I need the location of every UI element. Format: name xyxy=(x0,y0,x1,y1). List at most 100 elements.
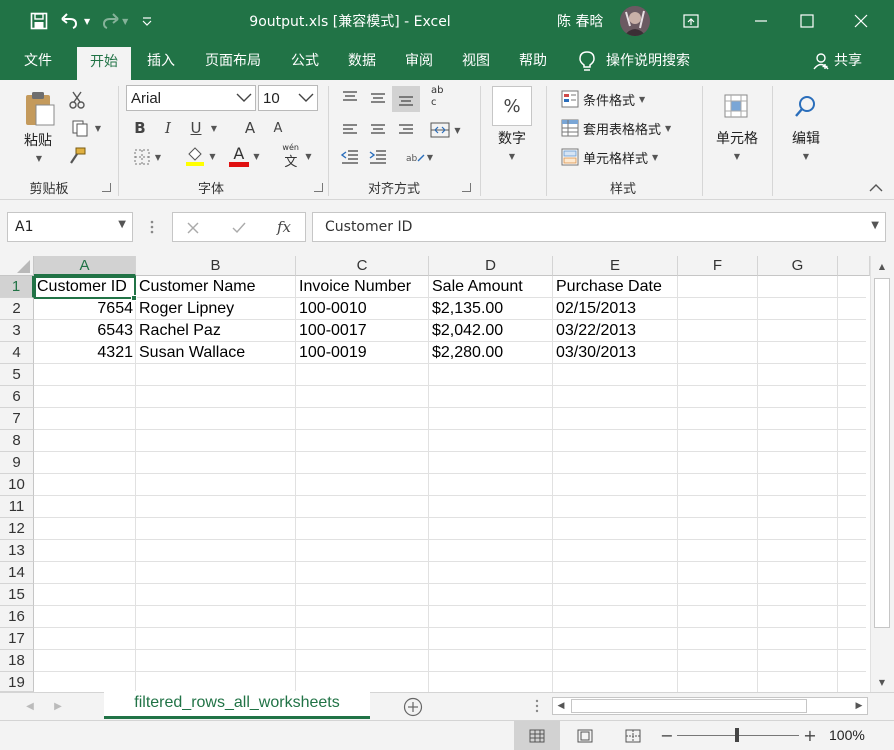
tab-home[interactable]: 开始 xyxy=(77,47,131,80)
row-header-18[interactable]: 18 xyxy=(0,650,34,672)
cells-dropdown-icon[interactable]: ▼ xyxy=(730,150,744,162)
row-header-7[interactable]: 7 xyxy=(0,408,34,430)
column-header-e[interactable]: E xyxy=(553,256,678,276)
tab-review[interactable]: 审阅 xyxy=(395,50,443,80)
tab-help[interactable]: 帮助 xyxy=(509,50,557,80)
cell-a3[interactable]: 6543 xyxy=(34,320,136,342)
horizontal-scrollbar[interactable]: ◀ ▶ xyxy=(552,697,868,715)
fill-handle[interactable] xyxy=(131,295,137,301)
format-painter-icon[interactable] xyxy=(66,146,88,166)
new-sheet-icon[interactable] xyxy=(402,696,424,718)
expand-formula-bar-icon[interactable]: ▼ xyxy=(871,220,879,231)
cell-c3[interactable]: 100-0017 xyxy=(296,320,370,342)
wrap-text-icon[interactable]: ab ▼ xyxy=(398,144,440,170)
paste-icon[interactable] xyxy=(16,88,62,128)
avatar[interactable] xyxy=(620,6,650,36)
align-right-icon[interactable] xyxy=(392,118,420,142)
tab-formulas[interactable]: 公式 xyxy=(282,50,328,80)
cell-b2[interactable]: Roger Lipney xyxy=(136,298,237,320)
zoom-slider-knob[interactable] xyxy=(735,728,739,742)
row-header-5[interactable]: 5 xyxy=(0,364,34,386)
row-header-10[interactable]: 10 xyxy=(0,474,34,496)
alignment-launcher-icon[interactable] xyxy=(462,183,471,192)
ribbon-display-options-button[interactable] xyxy=(668,0,714,42)
number-group-button[interactable]: 数字 xyxy=(488,128,536,148)
cell-c2[interactable]: 100-0010 xyxy=(296,298,370,320)
cut-icon[interactable] xyxy=(66,90,88,110)
editing-dropdown-icon[interactable]: ▼ xyxy=(799,150,813,162)
horizontal-scroll-thumb[interactable] xyxy=(571,699,807,713)
row-header-17[interactable]: 17 xyxy=(0,628,34,650)
cells-icon[interactable] xyxy=(716,86,756,126)
align-bottom-icon[interactable] xyxy=(392,86,420,112)
copy-icon[interactable]: ▼ xyxy=(66,118,106,138)
shrink-font-button[interactable]: A xyxy=(268,118,288,138)
collapse-ribbon-icon[interactable] xyxy=(866,180,886,196)
prev-sheet-icon[interactable]: ◀ xyxy=(22,697,38,715)
scroll-up-icon[interactable]: ▲ xyxy=(874,258,890,274)
cell-c1[interactable]: Invoice Number xyxy=(296,276,414,298)
cell-a4[interactable]: 4321 xyxy=(34,342,136,364)
tab-insert[interactable]: 插入 xyxy=(136,50,186,80)
align-left-icon[interactable] xyxy=(336,118,364,142)
sheet-tab-filtered-rows[interactable]: filtered_rows_all_worksheets xyxy=(104,691,370,719)
user-name[interactable]: 陈 春晗 xyxy=(557,11,603,31)
cell-e2[interactable]: 02/15/2013 xyxy=(553,298,639,320)
row-header-14[interactable]: 14 xyxy=(0,562,34,584)
fill-color-icon[interactable]: ▼ xyxy=(180,144,220,168)
cell-b1[interactable]: Customer Name xyxy=(136,276,258,298)
paste-dropdown-icon[interactable]: ▼ xyxy=(32,152,46,164)
cells-group-button[interactable]: 单元格 xyxy=(706,128,768,148)
row-header-11[interactable]: 11 xyxy=(0,496,34,518)
cell-e1[interactable]: Purchase Date xyxy=(553,276,665,298)
underline-button[interactable]: U xyxy=(186,118,206,138)
paste-label[interactable]: 粘贴 xyxy=(14,130,62,150)
tab-page-layout[interactable]: 页面布局 xyxy=(196,50,270,80)
cell-e4[interactable]: 03/30/2013 xyxy=(553,342,639,364)
row-header-1[interactable]: 1 xyxy=(0,276,34,298)
name-box[interactable]: A1 ▼ xyxy=(7,212,133,242)
editing-group-button[interactable]: 编辑 xyxy=(780,128,832,148)
confirm-entry-icon[interactable] xyxy=(227,217,251,239)
page-layout-view-icon[interactable] xyxy=(562,721,608,750)
scroll-down-icon[interactable]: ▼ xyxy=(874,674,890,690)
share-button[interactable]: 共享 xyxy=(812,50,862,72)
tab-file[interactable]: 文件 xyxy=(10,50,66,80)
cell-e3[interactable]: 03/22/2013 xyxy=(553,320,639,342)
next-sheet-icon[interactable]: ▶ xyxy=(50,697,66,715)
cancel-entry-icon[interactable] xyxy=(181,217,205,239)
page-break-view-icon[interactable] xyxy=(610,721,656,750)
number-format-icon[interactable]: % xyxy=(492,86,532,126)
row-header-15[interactable]: 15 xyxy=(0,584,34,606)
bold-button[interactable]: B xyxy=(130,118,150,138)
align-top-icon[interactable] xyxy=(336,86,364,110)
orientation-icon[interactable]: ab c xyxy=(424,85,452,112)
column-header-d[interactable]: D xyxy=(429,256,553,276)
formula-bar-grip-icon[interactable] xyxy=(146,216,158,238)
row-header-3[interactable]: 3 xyxy=(0,320,34,342)
search-icon[interactable] xyxy=(786,86,826,126)
row-header-19[interactable]: 19 xyxy=(0,672,34,692)
formula-input[interactable]: Customer ID ▼ xyxy=(312,212,886,242)
zoom-slider[interactable] xyxy=(677,728,799,742)
italic-button[interactable]: I xyxy=(158,118,178,138)
column-header-g[interactable]: G xyxy=(758,256,838,276)
cell-c4[interactable]: 100-0019 xyxy=(296,342,370,364)
font-size-combo[interactable]: 10 xyxy=(258,85,318,111)
column-header-h[interactable] xyxy=(838,256,870,276)
scroll-right-icon[interactable]: ▶ xyxy=(851,698,867,714)
grow-font-button[interactable]: A xyxy=(240,118,260,138)
cell-styles-button[interactable]: 单元格样式 ▼ xyxy=(561,146,658,168)
cell-a2[interactable]: 7654 xyxy=(34,298,136,320)
font-name-combo[interactable]: Arial xyxy=(126,85,256,111)
row-header-12[interactable]: 12 xyxy=(0,518,34,540)
row-header-13[interactable]: 13 xyxy=(0,540,34,562)
worksheet-grid[interactable]: A B C D E F G 1 2 3 4 5 6 7 8 9 10 11 12… xyxy=(0,256,894,692)
phonetic-guide-icon[interactable]: wén 文 ▼ xyxy=(276,143,316,170)
underline-dropdown-icon[interactable]: ▼ xyxy=(208,120,220,136)
tab-data[interactable]: 数据 xyxy=(338,50,386,80)
decrease-indent-icon[interactable] xyxy=(336,144,364,170)
conditional-formatting-button[interactable]: 条件格式 ▼ xyxy=(561,88,645,110)
normal-view-icon[interactable] xyxy=(514,721,560,750)
scroll-left-icon[interactable]: ◀ xyxy=(553,698,569,714)
